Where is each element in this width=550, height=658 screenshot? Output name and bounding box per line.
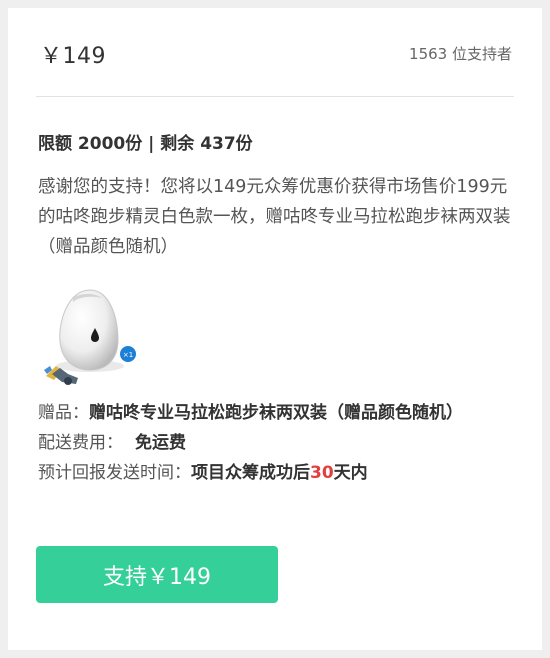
quota-limit: 限额 2000份 | 剩余 437份 [38,134,253,154]
shipping-row: 配送费用： 免运费 [38,428,518,458]
delivery-days: 30 [310,463,334,483]
support-button[interactable]: 支持￥149 [36,546,278,603]
gift-value: 赠咕咚专业马拉松跑步袜两双装（赠品颜色随机） [89,403,463,423]
backer-count: 1563 位支持者 [409,45,512,63]
shipping-value: 免运费 [135,433,186,453]
delivery-suffix: 天内 [333,463,368,483]
product-image: ×1 [38,284,138,388]
gift-label: 赠品： [38,403,89,423]
delivery-prefix: 项目众筹成功后 [191,463,310,483]
gift-row: 赠品：赠咕咚专业马拉松跑步袜两双装（赠品颜色随机） [38,398,518,428]
shipping-label: 配送费用： [38,433,123,453]
quantity-badge: ×1 [123,351,133,359]
running-tracker-illustration: ×1 [44,289,136,385]
delivery-label: 预计回报发送时间： [38,463,191,483]
reward-details: 赠品：赠咕咚专业马拉松跑步袜两双装（赠品颜色随机） 配送费用： 免运费 预计回报发… [38,398,518,488]
reward-description: 感谢您的支持！您将以149元众筹优惠价获得市场售价199元的咕咚跑步精灵白色款一… [38,177,511,257]
reward-header: ￥149 1563 位支持者 [36,8,514,97]
reward-card: ￥149 1563 位支持者 限额 2000份 | 剩余 437份 感谢您的支持… [8,8,542,650]
reward-price: ￥149 [40,44,106,69]
delivery-row: 预计回报发送时间：项目众筹成功后30天内 [38,458,518,488]
